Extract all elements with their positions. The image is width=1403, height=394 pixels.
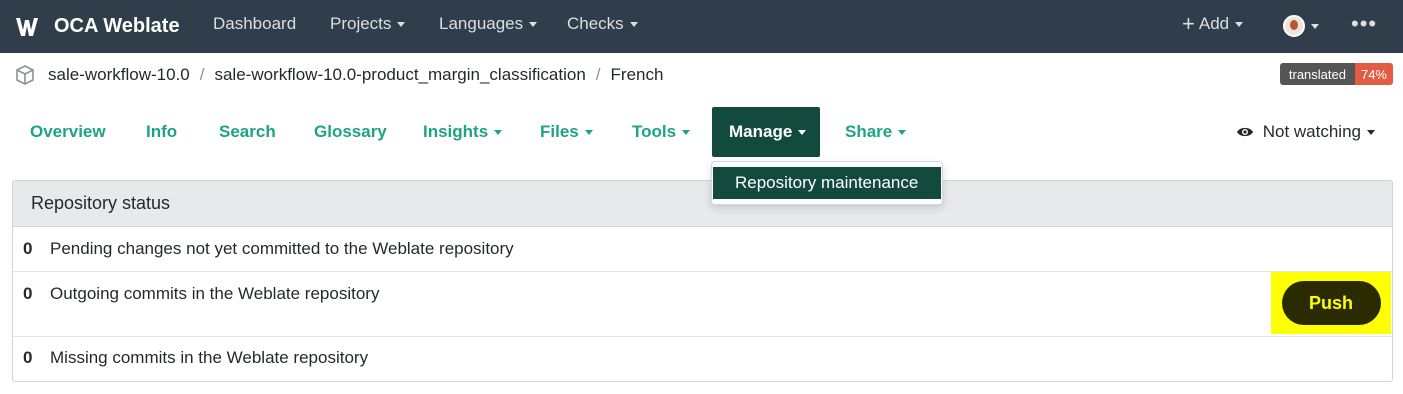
add-menu[interactable]: + Add bbox=[1182, 11, 1244, 36]
tab-search[interactable]: Search bbox=[219, 107, 276, 157]
badge-label: translated bbox=[1279, 63, 1355, 85]
nav-checks-label: Checks bbox=[567, 14, 624, 33]
watch-label: Not watching bbox=[1262, 122, 1361, 141]
tab-share[interactable]: Share bbox=[845, 107, 907, 157]
tab-info-label: Info bbox=[146, 122, 178, 141]
weblate-logo-icon bbox=[16, 17, 38, 36]
chevron-down-icon bbox=[629, 21, 638, 27]
status-row-outgoing: 0 Outgoing commits in the Weblate reposi… bbox=[13, 272, 1392, 337]
outgoing-count: 0 bbox=[23, 284, 33, 303]
pending-count: 0 bbox=[23, 239, 33, 258]
tab-insights-label: Insights bbox=[423, 122, 489, 141]
tab-overview[interactable]: Overview bbox=[30, 107, 106, 157]
tab-files[interactable]: Files bbox=[540, 107, 593, 157]
more-menu[interactable]: ••• bbox=[1351, 13, 1377, 35]
chevron-down-icon bbox=[682, 129, 691, 135]
tab-tools[interactable]: Tools bbox=[632, 107, 691, 157]
app-name: OCA Weblate bbox=[54, 15, 180, 37]
chevron-down-icon bbox=[494, 129, 503, 135]
missing-count: 0 bbox=[23, 348, 33, 367]
push-button[interactable]: Push bbox=[1281, 281, 1381, 325]
add-label: Add bbox=[1198, 14, 1230, 33]
eye-icon bbox=[1236, 127, 1253, 137]
translated-badge: translated 74% bbox=[1279, 63, 1393, 85]
outgoing-label: Outgoing commits in the Weblate reposito… bbox=[50, 284, 380, 303]
chevron-down-icon bbox=[1235, 21, 1244, 27]
badge-value: 74% bbox=[1354, 63, 1393, 85]
watch-toggle[interactable]: Not watching bbox=[1236, 107, 1375, 157]
pending-label: Pending changes not yet committed to the… bbox=[50, 239, 514, 258]
chevron-down-icon bbox=[798, 129, 807, 135]
chevron-down-icon bbox=[1367, 129, 1375, 135]
tab-overview-label: Overview bbox=[30, 122, 106, 141]
chevron-down-icon bbox=[898, 129, 907, 135]
nav-dashboard[interactable]: Dashboard bbox=[213, 14, 296, 34]
nav-dashboard-label: Dashboard bbox=[213, 14, 297, 33]
repository-status-panel: Repository status 0 Pending changes not … bbox=[12, 180, 1393, 382]
tab-search-label: Search bbox=[219, 122, 276, 141]
panel-title: Repository status bbox=[13, 181, 1392, 227]
breadcrumb-language[interactable]: French bbox=[611, 65, 664, 85]
component-tabs: Overview Info Search Glossary Insights F… bbox=[0, 107, 1403, 157]
tab-insights[interactable]: Insights bbox=[423, 107, 503, 157]
breadcrumb-project[interactable]: sale-workflow-10.0 bbox=[48, 65, 190, 85]
breadcrumb: sale-workflow-10.0 / sale-workflow-10.0-… bbox=[14, 62, 663, 88]
nav-checks[interactable]: Checks bbox=[567, 14, 638, 34]
tab-files-label: Files bbox=[540, 122, 579, 141]
chevron-down-icon bbox=[1311, 23, 1319, 29]
tab-share-label: Share bbox=[845, 122, 893, 141]
chevron-down-icon bbox=[397, 21, 406, 27]
breadcrumb-separator: / bbox=[199, 65, 205, 84]
missing-label: Missing commits in the Weblate repositor… bbox=[50, 348, 369, 367]
user-menu[interactable] bbox=[1283, 15, 1319, 37]
status-row-pending: 0 Pending changes not yet committed to t… bbox=[13, 227, 1392, 272]
brand-link[interactable]: OCA Weblate bbox=[12, 12, 180, 42]
tab-info[interactable]: Info bbox=[146, 107, 177, 157]
plus-icon: + bbox=[1182, 11, 1195, 36]
ellipsis-icon: ••• bbox=[1351, 11, 1378, 36]
nav-languages[interactable]: Languages bbox=[439, 14, 538, 34]
chevron-down-icon bbox=[529, 21, 538, 27]
user-avatar bbox=[1283, 15, 1305, 37]
tab-glossary-label: Glossary bbox=[314, 122, 387, 141]
breadcrumb-separator: / bbox=[595, 65, 601, 84]
tab-tools-label: Tools bbox=[632, 122, 677, 141]
tab-glossary[interactable]: Glossary bbox=[314, 107, 387, 157]
chevron-down-icon bbox=[584, 129, 593, 135]
push-highlight: Push bbox=[1271, 272, 1391, 334]
status-row-missing: 0 Missing commits in the Weblate reposit… bbox=[13, 337, 1392, 381]
nav-projects[interactable]: Projects bbox=[330, 14, 406, 34]
repository-maintenance-item[interactable]: Repository maintenance bbox=[713, 167, 941, 199]
nav-projects-label: Projects bbox=[330, 14, 392, 33]
nav-languages-label: Languages bbox=[439, 14, 524, 33]
manage-dropdown-menu: Repository maintenance bbox=[711, 161, 943, 205]
tab-manage-label: Manage bbox=[729, 122, 793, 141]
top-navbar: OCA Weblate Dashboard Projects Languages… bbox=[0, 0, 1403, 53]
tab-manage[interactable]: Manage bbox=[712, 107, 820, 157]
component-cube-icon bbox=[16, 65, 34, 85]
breadcrumb-component[interactable]: sale-workflow-10.0-product_margin_classi… bbox=[214, 65, 585, 85]
